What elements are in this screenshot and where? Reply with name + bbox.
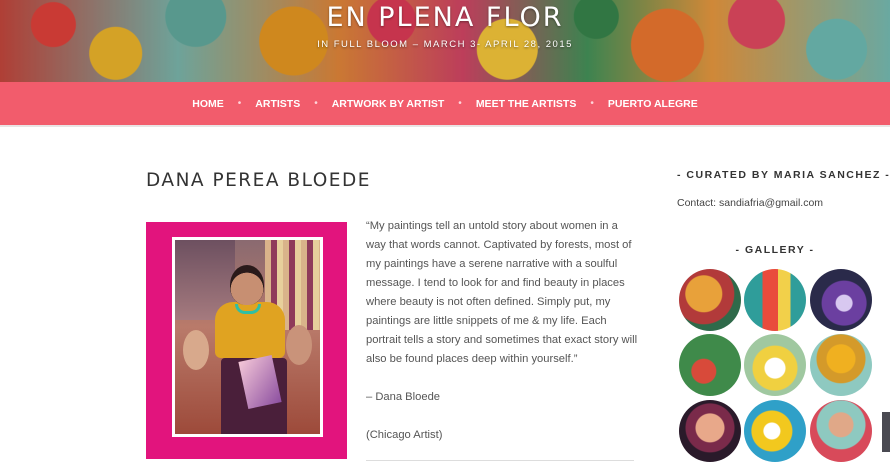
curator-widget-title: - CURATED BY MARIA SANCHEZ - (677, 169, 890, 181)
header-banner: EN PLENA FLOR IN FULL BLOOM – MARCH 3- A… (0, 0, 890, 82)
nav-item-artwork-by-artist[interactable]: ARTWORK BY ARTIST (332, 98, 445, 110)
site-subtitle: IN FULL BLOOM – MARCH 3- APRIL 28, 2015 (317, 39, 573, 50)
nav-separator: • (237, 98, 242, 109)
gallery-thumbnail[interactable] (810, 400, 872, 462)
gallery-thumbnail[interactable] (810, 269, 872, 331)
nav-separator: • (458, 98, 462, 109)
gallery-thumbnail[interactable] (744, 269, 806, 331)
nav-separator: • (314, 98, 318, 109)
artist-photo-frame (146, 222, 347, 459)
nav-item-puerto-alegre[interactable]: PUERTO ALEGRE (608, 98, 698, 110)
gallery-thumbnail[interactable] (679, 400, 741, 462)
artist-quote: “My paintings tell an untold story about… (366, 220, 638, 365)
main-nav: HOME • ARTISTS • ARTWORK BY ARTIST • MEE… (0, 82, 890, 127)
gallery-thumbnail[interactable] (744, 400, 806, 462)
scrollbar[interactable] (882, 412, 890, 452)
gallery-thumbnail[interactable] (679, 269, 741, 331)
nav-separator: • (590, 98, 594, 109)
nav-item-home[interactable]: HOME (192, 98, 224, 110)
content-divider (366, 460, 634, 461)
artist-photo[interactable] (172, 237, 323, 437)
site-title[interactable]: EN PLENA FLOR (0, 2, 890, 33)
gallery-thumbnail[interactable] (679, 334, 741, 396)
nav-item-artists[interactable]: ARTISTS (255, 98, 300, 110)
artist-statement: “My paintings tell an untold story about… (366, 217, 638, 464)
nav-item-meet-the-artists[interactable]: MEET THE ARTISTS (476, 98, 577, 110)
contact-text: Contact: sandiafria@gmail.com (677, 197, 824, 209)
post-title: DANA PEREA BLOEDE (146, 170, 371, 191)
artist-location: (Chicago Artist) (366, 429, 443, 441)
quote-attribution: – Dana Bloede (366, 391, 441, 403)
gallery-thumbnail[interactable] (744, 334, 806, 396)
gallery-thumbnail[interactable] (810, 334, 872, 396)
gallery-widget-title: - GALLERY - (735, 244, 815, 256)
